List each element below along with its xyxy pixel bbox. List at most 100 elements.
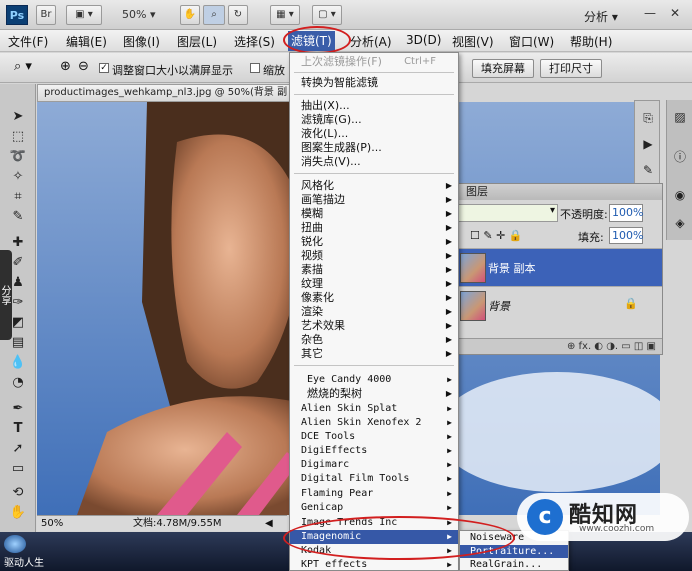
menu-item-pixelate[interactable]: 像素化 ▶	[290, 291, 458, 305]
menu-item-sketch[interactable]: 素描 ▶	[290, 263, 458, 277]
document-tab[interactable]: productimages_wehkamp_nl3.jpg @ 50%(背景 副	[37, 84, 297, 102]
menu-item-pattern-maker[interactable]: 图案生成器(P)...	[290, 141, 458, 155]
status-bar: 50% 文档:4.78M/9.55M ◀	[37, 515, 287, 531]
scroll-left-icon[interactable]: ◀	[265, 516, 273, 531]
menu-item-artistic[interactable]: 艺术效果 ▶	[290, 319, 458, 333]
menu-item-render[interactable]: 渲染 ▶	[290, 305, 458, 319]
zoom-tool-icon[interactable]: ⌕	[203, 5, 225, 25]
menu-file[interactable]: 文件(F)	[8, 33, 48, 50]
minimize-icon[interactable]: —	[644, 6, 656, 20]
crop-tool-icon[interactable]: ⌗	[8, 188, 28, 206]
submenu-item-realgrain[interactable]: RealGrain...	[460, 558, 568, 571]
menu-item-blur[interactable]: 模糊 ▶	[290, 207, 458, 221]
menu-item-alien-skin-xenofex[interactable]: Alien Skin Xenofex 2 ▶	[290, 416, 458, 430]
driver-app-icon[interactable]	[4, 535, 26, 553]
menu-item-extract[interactable]: 抽出(X)...	[290, 99, 458, 113]
blend-mode-select[interactable]: ▾	[456, 204, 558, 222]
zoom-all-checkbox[interactable]	[250, 63, 260, 73]
menu-view[interactable]: 视图(V)	[452, 33, 494, 50]
layer-row-background[interactable]: 背景 🔒	[456, 286, 662, 324]
screen-mode-icon[interactable]: ▢ ▾	[312, 5, 342, 25]
print-size-button[interactable]: 打印尺寸	[540, 59, 602, 78]
layers-footer-icons[interactable]: ⊕ fx. ◐ ◑. ▭ ◫ ▣	[456, 338, 662, 354]
layer-row-background-copy[interactable]: 背景 副本	[456, 248, 662, 286]
dodge-tool-icon[interactable]: ◔	[8, 374, 28, 392]
healing-brush-icon[interactable]: ✚	[8, 234, 28, 252]
navigator-icon[interactable]: ▨	[671, 108, 689, 126]
bridge-button[interactable]: Br	[36, 5, 56, 25]
hand-icon[interactable]: ✋	[8, 504, 28, 522]
move-tool-icon[interactable]: ➤	[8, 108, 28, 126]
3d-rotate-icon[interactable]: ⟲	[8, 484, 28, 502]
menu-3d[interactable]: 3D(D)	[406, 33, 441, 47]
menu-item-smart-filter[interactable]: 转换为智能滤镜	[290, 76, 458, 90]
menu-item-brush-strokes[interactable]: 画笔描边 ▶	[290, 193, 458, 207]
menu-item-stylize[interactable]: 风格化 ▶	[290, 179, 458, 193]
pen-tool-icon[interactable]: ✒	[8, 400, 28, 418]
last-filter-shortcut: Ctrl+F	[404, 56, 436, 67]
path-selection-icon[interactable]: ➚	[8, 440, 28, 458]
blur-tool-icon[interactable]: 💧	[8, 354, 28, 372]
menu-item-other[interactable]: 其它 ▶	[290, 347, 458, 361]
menu-item-vanishing-point[interactable]: 消失点(V)...	[290, 155, 458, 169]
arrange-documents-icon[interactable]: ▦ ▾	[270, 5, 300, 25]
fill-screen-button[interactable]: 填充屏幕	[472, 59, 534, 78]
history-panel-icon[interactable]: ⎘	[639, 109, 657, 127]
resize-windows-checkbox[interactable]: ✓	[99, 63, 109, 73]
menu-help[interactable]: 帮助(H)	[570, 33, 612, 50]
zoom-level-select[interactable]: 50% ▾	[122, 8, 155, 21]
menu-image[interactable]: 图像(I)	[123, 33, 160, 50]
close-icon[interactable]: ✕	[670, 6, 680, 20]
layers-panel-title[interactable]: 图层	[456, 184, 662, 200]
shape-tool-icon[interactable]: ▭	[8, 460, 28, 478]
tool-presets-icon[interactable]: ✎	[639, 161, 657, 179]
menu-item-distort[interactable]: 扭曲 ▶	[290, 221, 458, 235]
view-extras-button[interactable]: ▣ ▾	[66, 5, 102, 25]
menu-layer[interactable]: 图层(L)	[177, 33, 217, 50]
menu-item-filter-gallery[interactable]: 滤镜库(G)...	[290, 113, 458, 127]
menu-item-digimarc[interactable]: Digimarc ▶	[290, 458, 458, 472]
menu-item-texture[interactable]: 纹理 ▶	[290, 277, 458, 291]
menu-item-flaming-pear[interactable]: Flaming Pear ▶	[290, 487, 458, 501]
menu-item-eye-candy[interactable]: Eye Candy 4000 ▶	[290, 373, 458, 387]
hand-tool-icon[interactable]: ✋	[180, 5, 200, 25]
menu-item-sharpen[interactable]: 锐化 ▶	[290, 235, 458, 249]
info-icon[interactable]: ⓘ	[671, 148, 689, 166]
opacity-input[interactable]: 100%	[609, 204, 643, 222]
highlight-ellipse	[283, 26, 351, 54]
menu-window[interactable]: 窗口(W)	[509, 33, 554, 50]
type-tool-icon[interactable]: T	[8, 420, 28, 438]
menu-item-digital-film-tools[interactable]: Digital Film Tools ▶	[290, 472, 458, 486]
menu-item-dce-tools[interactable]: DCE Tools ▶	[290, 430, 458, 444]
status-zoom[interactable]: 50%	[41, 516, 63, 531]
taskbar-label[interactable]: 驱动人生	[4, 554, 44, 569]
menu-item-digieffects[interactable]: DigiEffects ▶	[290, 444, 458, 458]
layers-icon[interactable]: ◈	[671, 214, 689, 232]
lock-icons[interactable]: ☐ ✎ ✛ 🔒	[470, 229, 522, 242]
menu-analysis[interactable]: 分析(A)	[350, 33, 392, 50]
menu-item-liquify[interactable]: 液化(L)...	[290, 127, 458, 141]
zoom-in-icon[interactable]: ⊕	[60, 59, 71, 74]
lasso-tool-icon[interactable]: ➰	[8, 148, 28, 166]
menu-item-noise[interactable]: 杂色 ▶	[290, 333, 458, 347]
menu-item-alien-skin-splat[interactable]: Alien Skin Splat ▶	[290, 402, 458, 416]
color-icon[interactable]: ◉	[671, 186, 689, 204]
zoom-out-icon[interactable]: ⊖	[78, 59, 89, 74]
menu-item-genicap[interactable]: Genicap ▶	[290, 501, 458, 515]
zoom-tool-preset-icon[interactable]: ⌕ ▾	[14, 59, 32, 74]
eyedropper-icon[interactable]: ✎	[8, 208, 28, 226]
marquee-tool-icon[interactable]: ⬚	[8, 128, 28, 146]
application-bar: Ps Br ▣ ▾ 50% ▾ ✋ ⌕ ↻ ▦ ▾ ▢ ▾ 分析 ▾ — ✕	[0, 0, 692, 30]
magic-wand-icon[interactable]: ✧	[8, 168, 28, 186]
menu-item-burning-pear[interactable]: 燃烧的梨树 ▶	[290, 387, 458, 401]
menu-item-video[interactable]: 视频 ▶	[290, 249, 458, 263]
layer-name: 背景	[488, 300, 510, 313]
menu-select[interactable]: 选择(S)	[234, 33, 275, 50]
workspace-switcher[interactable]: 分析 ▾	[584, 8, 618, 25]
rotate-view-icon[interactable]: ↻	[228, 5, 248, 25]
actions-panel-icon[interactable]: ▶	[639, 135, 657, 153]
fill-input[interactable]: 100%	[609, 227, 643, 244]
menu-edit[interactable]: 编辑(E)	[66, 33, 107, 50]
share-side-tab[interactable]: 分享	[0, 250, 12, 340]
menu-item-kpt-effects[interactable]: KPT effects ▶	[290, 558, 458, 571]
